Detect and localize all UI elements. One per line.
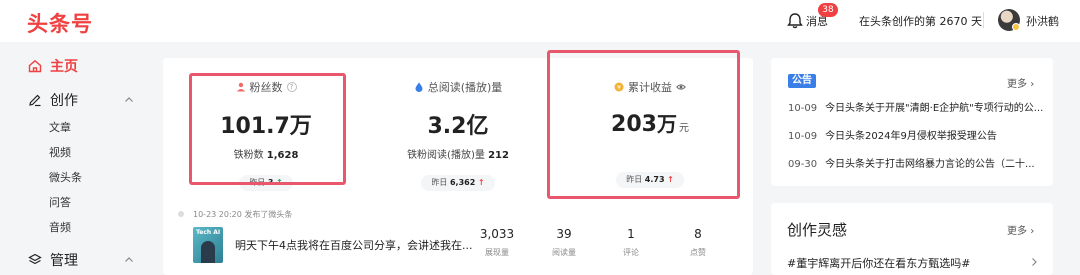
inspiration-title: 创作灵感 [787,221,848,239]
yesterday-label: 昨日 [431,178,448,187]
income-highlight-box [547,50,740,199]
metric-impressions: 3,033 展现量 [467,227,527,258]
metric-label: 评论 [623,248,639,257]
chevron-right-icon: › [1030,226,1035,237]
metric-value: 8 [694,227,702,241]
feed-title[interactable]: 明天下午4点我将在百度公司分享，会讲述我在... [235,237,473,253]
sidebar-item-home[interactable]: 主页 [28,56,78,76]
logo[interactable]: 头条号 [27,8,93,38]
sidebar-subitem-article[interactable]: 文章 [49,119,71,135]
drop-icon [415,82,423,92]
layers-icon [28,253,42,265]
more-label: 更多 [1007,226,1027,237]
reads-stat[interactable]: 总阅读(播放)量 3.2亿 铁粉阅读(播放)量 212 昨日 6,362 ↑ [383,80,533,191]
iron-fans-reads-value: 212 [488,150,509,161]
more-label: 更多 [1007,79,1027,90]
notice-item[interactable]: 10-09 今日头条关于开展"清朗·E企护航"专项行动的公... [788,99,1043,114]
header-divider [983,12,984,28]
metric-label: 点赞 [690,248,706,257]
top-bar: 头条号 消息 38 在头条创作的第 2670 天 孙洪鹤 [0,0,1080,42]
metric-comments: 1 评论 [601,227,661,258]
sidebar-item-manage[interactable]: 管理 [28,250,78,270]
reads-value: 3.2亿 [427,114,489,139]
chevron-up-icon[interactable] [124,255,134,265]
thumbnail-text: Tech AI [196,229,221,236]
notice-item[interactable]: 10-09 今日头条2024年9月侵权举报受理公告 [788,127,997,142]
sidebar-item-create[interactable]: 创作 [28,90,78,110]
pencil-icon [29,94,41,107]
sidebar-item-label: 管理 [50,253,78,269]
notice-title: 今日头条关于开展"清朗·E企护航"专项行动的公... [825,103,1044,114]
metric-reads: 39 阅读量 [534,227,594,258]
username[interactable]: 孙洪鹤 [1026,13,1059,29]
metric-likes: 8 点赞 [668,227,728,258]
timeline-dot [178,211,184,217]
metric-value: 3,033 [479,227,515,241]
sidebar-item-label: 主页 [50,59,78,75]
sidebar-subitem-audio[interactable]: 音频 [49,219,71,235]
feed-thumbnail[interactable]: Tech AI [193,227,223,263]
verified-badge-icon [1012,23,1020,31]
notice-title: 今日头条2024年9月侵权举报受理公告 [825,131,997,142]
bell-icon[interactable] [786,12,804,30]
sidebar-item-label: 创作 [50,93,78,109]
metric-label: 展现量 [485,248,509,257]
notice-more-link[interactable]: 更多 › [1007,75,1034,90]
yesterday-value: 6,362 [449,178,476,187]
notice-card: 公告 更多 › 10-09 今日头条关于开展"清朗·E企护航"专项行动的公... … [771,58,1053,186]
notice-item[interactable]: 09-30 今日头条关于打击网络暴力言论的公告（二十... [788,155,1035,170]
notice-date: 10-09 [788,131,818,142]
person-figure [201,241,215,263]
sidebar-subitem-video[interactable]: 视频 [49,144,71,160]
metric-value: 39 [556,227,572,241]
feed-meta: 10-23 20:20 发布了微头条 [193,210,293,219]
notice-date: 10-09 [788,103,818,114]
chevron-right-icon[interactable] [1029,257,1039,267]
reads-label: 总阅读(播放)量 [427,81,503,94]
notice-tag: 公告 [788,74,816,88]
creation-days-text: 在头条创作的第 2670 天 [859,15,982,28]
chevron-right-icon: › [1030,79,1035,90]
sidebar: 主页 创作 文章 视频 微头条 问答 音频 管理 [0,42,160,275]
sidebar-subitem-qa[interactable]: 问答 [49,194,71,210]
messages-badge: 38 [818,3,838,17]
inspiration-more-link[interactable]: 更多 › [1007,222,1034,237]
iron-fans-reads-label: 铁粉阅读(播放)量 [407,150,485,161]
chevron-up-icon[interactable] [124,95,134,105]
metric-value: 1 [627,227,635,241]
fans-highlight-box [189,73,346,185]
reads-yesterday-pill: 昨日 6,362 ↑ [421,175,495,191]
notice-date: 09-30 [788,159,818,170]
inspiration-card: 创作灵感 更多 › #董宇辉离开后你还在看东方甄选吗# [771,203,1053,275]
home-icon [28,59,42,73]
metric-label: 阅读量 [552,248,576,257]
notice-title: 今日头条关于打击网络暴力言论的公告（二十... [825,159,1035,170]
sidebar-subitem-micro[interactable]: 微头条 [49,169,82,185]
inspiration-topic[interactable]: #董宇辉离开后你还在看东方甄选吗# [787,255,970,271]
arrow-up-icon: ↑ [477,178,485,187]
